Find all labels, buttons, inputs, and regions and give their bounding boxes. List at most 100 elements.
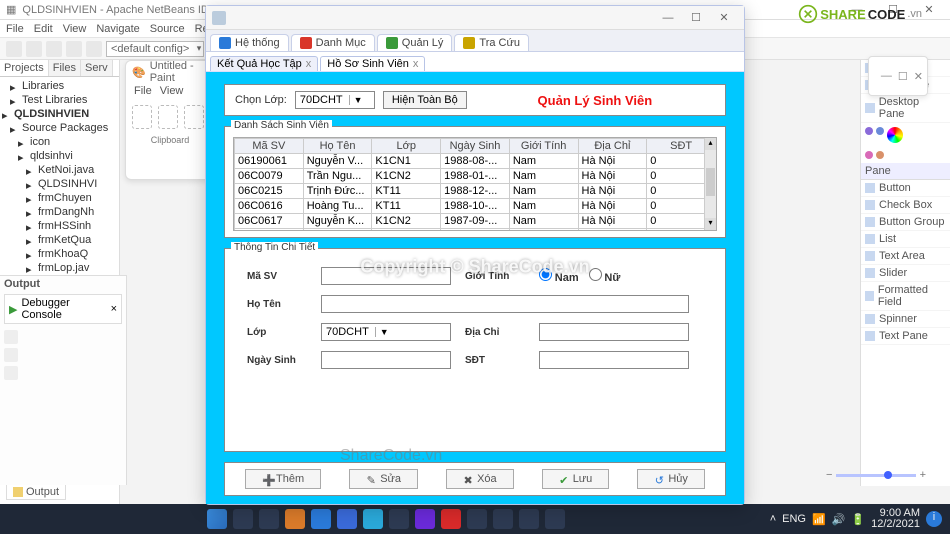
palette-item[interactable]: Slider bbox=[861, 265, 950, 282]
sua-button[interactable]: ✎Sửa bbox=[349, 469, 418, 489]
sub-tab[interactable]: Hồ Sơ Sinh Viênx bbox=[320, 56, 425, 71]
tree-node[interactable]: ▸Libraries bbox=[2, 79, 117, 93]
close-icon[interactable]: × bbox=[111, 303, 117, 315]
tool-new-icon[interactable] bbox=[6, 41, 22, 57]
close-icon[interactable]: x bbox=[413, 58, 419, 70]
masv-field[interactable] bbox=[321, 267, 451, 285]
taskbar-app-icon[interactable] bbox=[493, 509, 513, 529]
paint-paste-icon[interactable] bbox=[132, 105, 152, 129]
huy-button[interactable]: ↺Hủy bbox=[637, 469, 705, 489]
zoom-slider[interactable]: − + bbox=[826, 470, 926, 480]
col-header[interactable]: Ngày Sinh bbox=[441, 139, 510, 154]
tree-node[interactable]: ▸frmChuyen bbox=[2, 191, 117, 205]
tray-volume-icon[interactable]: 🔊 bbox=[832, 513, 846, 526]
palette-item[interactable]: Spinner bbox=[861, 311, 950, 328]
radio-nu[interactable]: Nữ bbox=[589, 268, 621, 284]
chon-lop-combo[interactable]: 70DCHT▼ bbox=[295, 91, 375, 109]
tab-projects[interactable]: Projects bbox=[0, 60, 49, 76]
tree-node[interactable]: ▸Test Libraries bbox=[2, 93, 117, 107]
config-combo[interactable]: <default config> bbox=[106, 41, 204, 57]
palette-item[interactable]: Button Group bbox=[861, 214, 950, 231]
app-tab[interactable]: Hệ thống bbox=[210, 34, 289, 51]
ngaysinh-field[interactable] bbox=[321, 351, 451, 369]
table-row[interactable]: 06C0215Trịnh Đức...KT111988-12-...NamHà … bbox=[235, 184, 716, 199]
tool-undo-icon[interactable] bbox=[66, 41, 82, 57]
color-dot[interactable] bbox=[876, 151, 884, 159]
sdt-field[interactable] bbox=[539, 351, 689, 369]
hoten-field[interactable] bbox=[321, 295, 689, 313]
taskbar-app-icon[interactable] bbox=[363, 509, 383, 529]
palette-item[interactable]: Text Area bbox=[861, 248, 950, 265]
table-row[interactable]: 06190061Nguyễn V...K1CN11988-08-...NamHà… bbox=[235, 154, 716, 169]
output-tool-icon[interactable] bbox=[4, 366, 18, 380]
app-close-button[interactable]: ✕ bbox=[710, 11, 738, 24]
close-icon[interactable]: x bbox=[306, 58, 312, 70]
lop-combo[interactable]: 70DCHT▼ bbox=[321, 323, 451, 341]
output-tool-icon[interactable] bbox=[4, 330, 18, 344]
taskbar-app-icon[interactable] bbox=[467, 509, 487, 529]
start-button[interactable] bbox=[207, 509, 227, 529]
tray-clock[interactable]: 9:00 AM12/2/2021 bbox=[871, 508, 920, 530]
radio-nu-input[interactable] bbox=[589, 268, 602, 281]
table-row[interactable]: 06C0616Hoàng Tu...KT111988-10-...NamHà N… bbox=[235, 199, 716, 214]
radio-nam[interactable]: Nam bbox=[539, 268, 579, 284]
taskbar-app-icon[interactable] bbox=[389, 509, 409, 529]
app-tab[interactable]: Quản Lý bbox=[377, 34, 453, 51]
paint-menu-file[interactable]: File bbox=[134, 85, 152, 97]
tree-node[interactable]: ▸frmKhoaQ bbox=[2, 247, 117, 261]
scroll-up-icon[interactable]: ▴ bbox=[705, 138, 716, 150]
tool-open-icon[interactable] bbox=[26, 41, 42, 57]
palette-item[interactable]: Text Pane bbox=[861, 328, 950, 345]
table-row[interactable]: 06C0618Phạm Vũ ...KT111988-04-...NamHà N… bbox=[235, 229, 716, 232]
taskbar-app-icon[interactable] bbox=[259, 509, 279, 529]
tree-node[interactable]: ▸KetNoi.java bbox=[2, 163, 117, 177]
tray-battery-icon[interactable]: 🔋 bbox=[851, 513, 865, 526]
tree-node[interactable]: ▸QLDSINHVIEN bbox=[2, 107, 117, 121]
color-dot[interactable] bbox=[865, 151, 873, 159]
scroll-down-icon[interactable]: ▾ bbox=[705, 218, 716, 230]
col-header[interactable]: Mã SV bbox=[235, 139, 304, 154]
sub-tab[interactable]: Kết Quả Học Tậpx bbox=[210, 56, 318, 71]
color-dot[interactable] bbox=[865, 127, 873, 135]
palette-item[interactable]: Button bbox=[861, 180, 950, 197]
paint-menu-view[interactable]: View bbox=[160, 85, 184, 97]
taskbar-app-icon[interactable] bbox=[519, 509, 539, 529]
paint-cut-icon[interactable] bbox=[158, 105, 178, 129]
taskbar-app-icon[interactable] bbox=[441, 509, 461, 529]
table-row[interactable]: 06C0079Trần Ngu...K1CN21988-01-...NamHà … bbox=[235, 169, 716, 184]
taskbar-search-icon[interactable] bbox=[233, 509, 253, 529]
tree-node[interactable]: ▸frmLop.jav bbox=[2, 261, 117, 275]
taskbar-app-icon[interactable] bbox=[337, 509, 357, 529]
col-header[interactable]: Giới Tính bbox=[509, 139, 578, 154]
diachi-field[interactable] bbox=[539, 323, 689, 341]
app-tab[interactable]: Danh Mục bbox=[291, 34, 375, 51]
tree-node[interactable]: ▸frmHSSinh bbox=[2, 219, 117, 233]
them-button[interactable]: ➕Thêm bbox=[245, 469, 321, 489]
fw-close-icon[interactable]: ✕ bbox=[914, 70, 923, 83]
table-row[interactable]: 06C0617Nguyễn K...K1CN21987-09-...NamHà … bbox=[235, 214, 716, 229]
xoa-button[interactable]: ✖Xóa bbox=[446, 469, 514, 489]
tree-node[interactable]: ▸qldsinhvi bbox=[2, 149, 117, 163]
color-dot[interactable] bbox=[876, 127, 884, 135]
menu-navigate[interactable]: Navigate bbox=[96, 23, 139, 35]
tab-files[interactable]: Files bbox=[49, 60, 81, 76]
color-wheel-icon[interactable] bbox=[887, 127, 903, 143]
tray-chevron-icon[interactable]: ˄ bbox=[770, 513, 776, 525]
output-tab-button[interactable]: Output bbox=[6, 484, 66, 500]
taskbar-app-icon[interactable] bbox=[311, 509, 331, 529]
tree-node[interactable]: ▸QLDSINHVI bbox=[2, 177, 117, 191]
debugger-console-tab[interactable]: ▶ Debugger Console × bbox=[4, 294, 122, 324]
tray-notif-icon[interactable]: i bbox=[926, 511, 942, 527]
tree-node[interactable]: ▸Source Packages bbox=[2, 121, 117, 135]
col-header[interactable]: Địa Chỉ bbox=[578, 139, 647, 154]
taskbar-app-icon[interactable] bbox=[285, 509, 305, 529]
tree-node[interactable]: ▸icon bbox=[2, 135, 117, 149]
app-min-button[interactable]: — bbox=[654, 12, 682, 24]
tool-redo-icon[interactable] bbox=[86, 41, 102, 57]
palette-item[interactable]: Formatted Field bbox=[861, 282, 950, 311]
tray-lang[interactable]: ENG bbox=[782, 513, 806, 525]
palette-item[interactable]: List bbox=[861, 231, 950, 248]
student-table[interactable]: Mã SVHọ TênLớpNgày SinhGiới TínhĐịa ChỉS… bbox=[234, 138, 716, 231]
fw-min-icon[interactable]: — bbox=[881, 70, 892, 82]
hien-toan-bo-button[interactable]: Hiện Toàn Bộ bbox=[383, 91, 467, 109]
